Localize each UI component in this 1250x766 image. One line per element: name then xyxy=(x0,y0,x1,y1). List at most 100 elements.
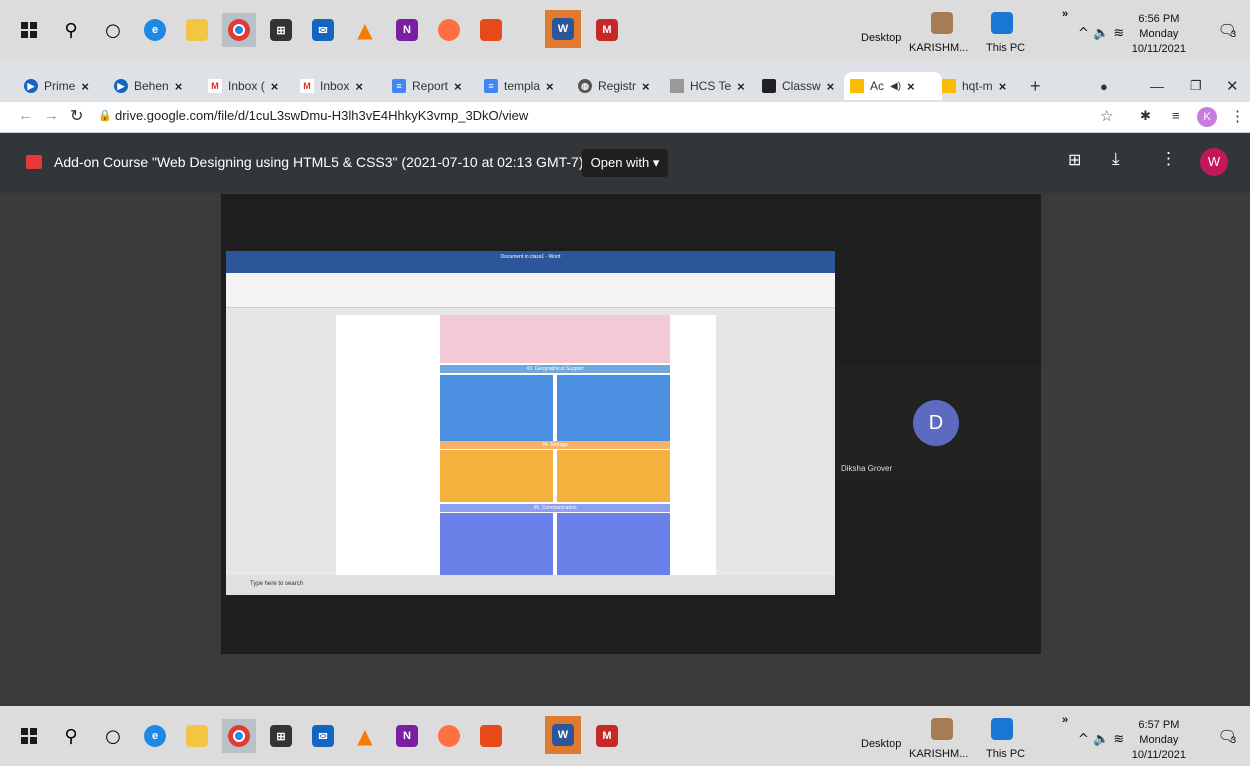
play-icon: ▶ xyxy=(114,79,128,93)
drive-icon xyxy=(942,79,956,93)
cortana-icon[interactable]: ○ xyxy=(96,719,130,753)
tab-inbox-2[interactable]: M Inbox × xyxy=(300,72,380,100)
more-options-icon[interactable]: ⋮ xyxy=(1160,149,1177,169)
this-pc-label[interactable]: This PC xyxy=(986,42,1025,54)
tab-addon-active[interactable]: Ac ◀) × xyxy=(844,72,942,100)
store-icon[interactable]: ⊞ xyxy=(264,719,298,753)
close-icon[interactable]: × xyxy=(271,79,279,94)
close-icon[interactable]: × xyxy=(355,79,363,94)
infog-purple-right xyxy=(557,513,670,575)
tab-hqt[interactable]: hqt-m × xyxy=(942,72,1022,100)
taskbar-top: ⚲ ○ e ⊞ ✉ ▲ N W M Desktop KARISHM... Thi… xyxy=(0,0,1250,60)
new-tab-button[interactable]: + xyxy=(1030,72,1041,100)
chevron-right-icon[interactable]: » xyxy=(1062,714,1068,726)
notification-icon[interactable]: 🗨 3 xyxy=(1210,13,1244,47)
chevron-right-icon[interactable]: » xyxy=(1062,8,1068,20)
back-icon[interactable]: ← xyxy=(18,107,33,124)
drive-viewer-header: Add-on Course "Web Designing using HTML5… xyxy=(0,133,1250,193)
tab-report[interactable]: ≡ Report × xyxy=(392,72,472,100)
tab-search-icon[interactable]: ● xyxy=(1100,72,1108,100)
this-pc-icon[interactable] xyxy=(985,6,1019,40)
tab-registration[interactable]: ◍ Registr × xyxy=(578,72,658,100)
open-with-button[interactable]: Open with ▾ xyxy=(582,149,668,177)
file-explorer-icon[interactable] xyxy=(180,13,214,47)
minimize-icon[interactable]: — xyxy=(1150,72,1164,100)
vlc-icon[interactable]: ▲ xyxy=(348,13,382,47)
url-field[interactable]: drive.google.com/file/d/1cuL3swDmu-H3lh3… xyxy=(115,108,528,123)
windows-start-icon[interactable] xyxy=(12,719,46,753)
this-pc-label[interactable]: This PC xyxy=(986,748,1025,760)
user-folder-icon[interactable] xyxy=(925,712,959,746)
tab-hcs[interactable]: HCS Te × xyxy=(670,72,750,100)
word-icon[interactable]: W xyxy=(545,716,581,754)
close-icon[interactable]: × xyxy=(546,79,554,94)
bookmark-star-icon[interactable]: ☆ xyxy=(1100,107,1113,125)
participant-avatar: D xyxy=(913,400,959,446)
infog-purple-left xyxy=(440,513,553,575)
firefox-icon[interactable] xyxy=(432,719,466,753)
mcafee-icon[interactable]: M xyxy=(590,13,624,47)
search-field-inner: Type here to search xyxy=(250,581,304,587)
clock[interactable]: 6:57 PM Monday 10/11/2021 xyxy=(1132,718,1186,763)
notification-icon[interactable]: 🗨 3 xyxy=(1210,719,1244,753)
store-icon[interactable]: ⊞ xyxy=(264,13,298,47)
close-icon[interactable]: × xyxy=(737,79,745,94)
mcafee-icon[interactable]: M xyxy=(590,719,624,753)
video-player[interactable]: Document in class1 - Word #3. Geographic… xyxy=(221,194,1041,654)
user-folder-icon[interactable] xyxy=(925,6,959,40)
add-to-drive-icon[interactable]: ⊞ xyxy=(1068,150,1081,170)
reload-icon[interactable]: ↻ xyxy=(70,106,83,126)
tab-prime[interactable]: ▶ Prime × xyxy=(24,72,104,100)
notification-count: 3 xyxy=(1230,30,1237,40)
download-icon[interactable]: ⤓ xyxy=(1112,149,1120,169)
desktop-label[interactable]: Desktop xyxy=(861,738,901,750)
close-icon[interactable]: × xyxy=(907,79,915,94)
close-icon[interactable]: × xyxy=(454,79,462,94)
close-icon[interactable]: × xyxy=(642,79,650,94)
tray-icons[interactable]: ^ 🔈 ≋ xyxy=(1078,732,1124,747)
clock[interactable]: 6:56 PM Monday 10/11/2021 xyxy=(1132,12,1186,57)
reading-list-icon[interactable]: ≡ xyxy=(1172,108,1180,123)
speaker-icon[interactable]: ◀) xyxy=(890,81,901,92)
tab-classwork[interactable]: Classw × xyxy=(762,72,842,100)
forward-icon[interactable]: → xyxy=(44,107,59,124)
onenote-icon[interactable]: N xyxy=(390,719,424,753)
account-avatar[interactable]: W xyxy=(1200,148,1228,176)
this-pc-icon[interactable] xyxy=(985,712,1019,746)
close-icon[interactable]: × xyxy=(81,79,89,94)
word-icon[interactable]: W xyxy=(545,10,581,48)
restore-icon[interactable]: ❐ xyxy=(1190,72,1202,100)
desktop-label[interactable]: Desktop xyxy=(861,32,901,44)
user-folder-label[interactable]: KARISHM... xyxy=(909,42,968,54)
windows-start-icon[interactable] xyxy=(12,13,46,47)
mail-icon[interactable]: ✉ xyxy=(306,13,340,47)
search-icon[interactable]: ⚲ xyxy=(54,719,88,753)
tray-icons[interactable]: ^ 🔈 ≋ xyxy=(1078,26,1124,41)
file-explorer-icon[interactable] xyxy=(180,719,214,753)
tab-inbox-1[interactable]: M Inbox (× xyxy=(208,72,288,100)
search-icon[interactable]: ⚲ xyxy=(54,13,88,47)
chrome-menu-icon[interactable]: ⋮ xyxy=(1230,107,1245,125)
cortana-icon[interactable]: ○ xyxy=(96,13,130,47)
close-window-icon[interactable]: ✕ xyxy=(1226,72,1239,100)
close-icon[interactable]: × xyxy=(175,79,183,94)
mail-icon[interactable]: ✉ xyxy=(306,719,340,753)
close-icon[interactable]: × xyxy=(999,79,1007,94)
lock-icon[interactable]: 🔒 xyxy=(98,109,112,122)
office-icon[interactable] xyxy=(474,719,508,753)
office-icon[interactable] xyxy=(474,13,508,47)
tab-template[interactable]: ≡ templa × xyxy=(484,72,564,100)
profile-avatar[interactable]: K xyxy=(1197,107,1217,127)
tab-behen[interactable]: ▶ Behen × xyxy=(114,72,194,100)
docs-icon: ≡ xyxy=(484,79,498,93)
extensions-icon[interactable]: ✱ xyxy=(1140,108,1151,124)
edge-icon[interactable]: e xyxy=(138,719,172,753)
onenote-icon[interactable]: N xyxy=(390,13,424,47)
firefox-icon[interactable] xyxy=(432,13,466,47)
user-folder-label[interactable]: KARISHM... xyxy=(909,748,968,760)
edge-icon[interactable]: e xyxy=(138,13,172,47)
chrome-icon[interactable] xyxy=(222,719,256,753)
close-icon[interactable]: × xyxy=(827,79,835,94)
chrome-icon[interactable] xyxy=(222,13,256,47)
vlc-icon[interactable]: ▲ xyxy=(348,719,382,753)
